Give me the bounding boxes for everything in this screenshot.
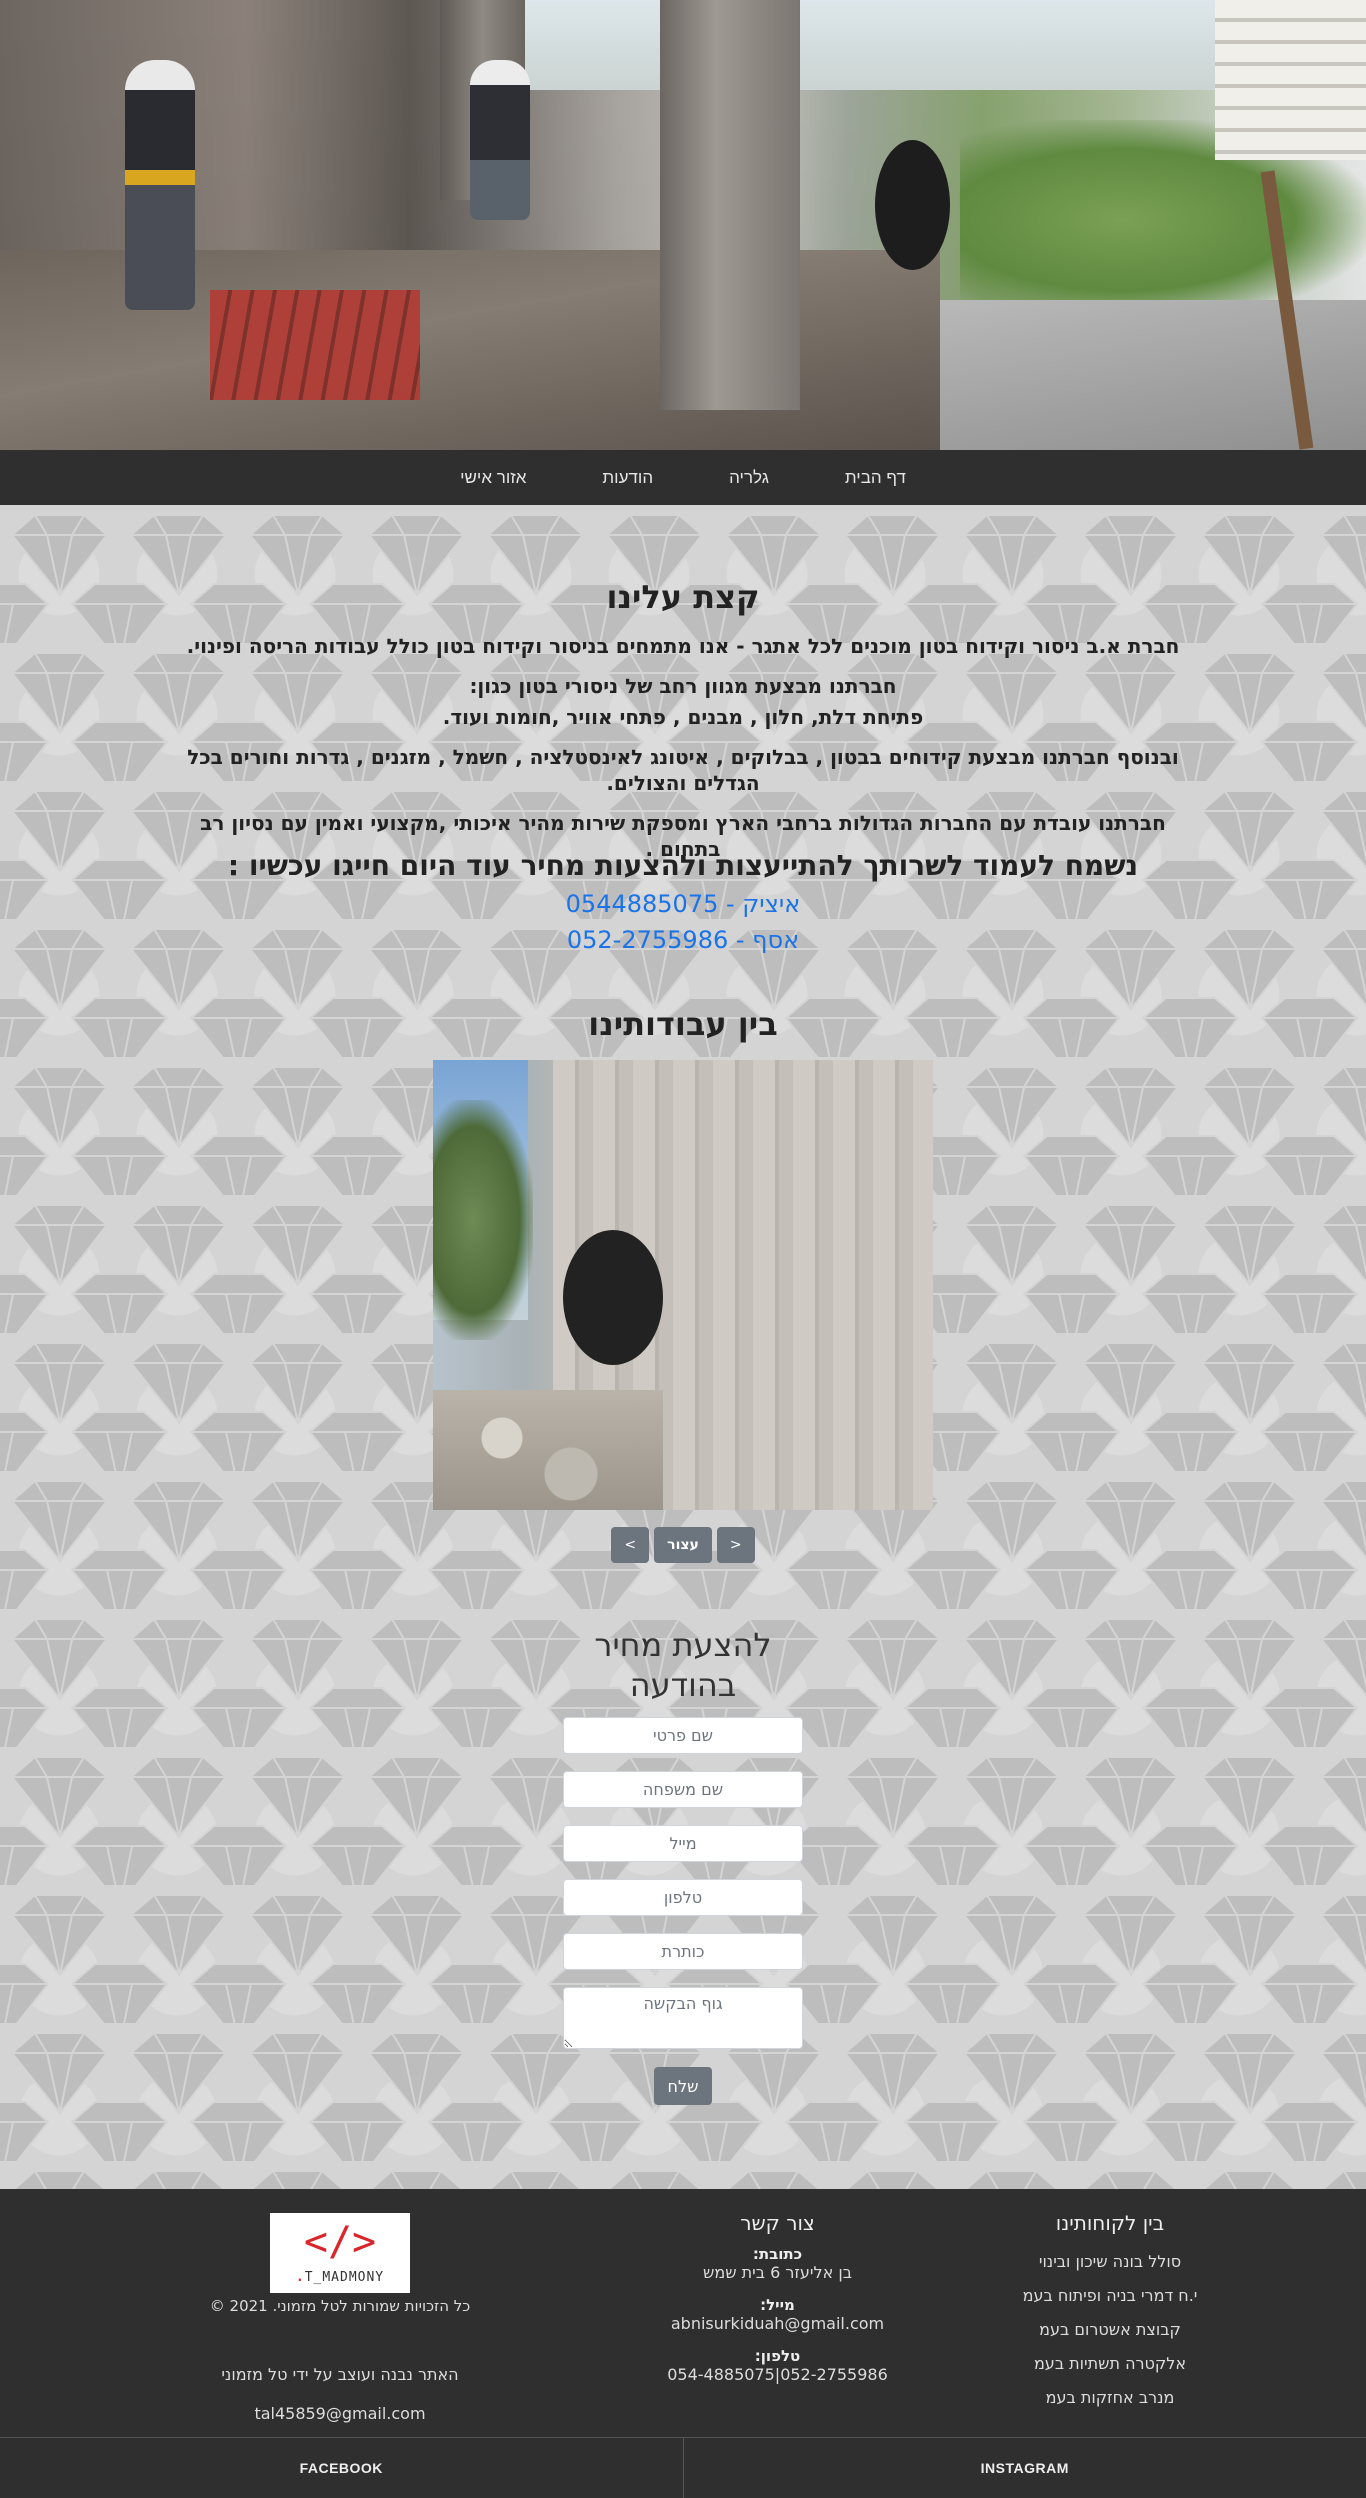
social-bar: INSTAGRAM FACEBOOK [0,2437,1366,2498]
main-nav: דף הבית גלריה הודעות אזור אישי [0,450,1366,505]
subject-input[interactable] [563,1933,803,1970]
code-brackets-icon: </> [303,2219,377,2265]
client-item: אלקטרה תשתיות בעמ [1033,2354,1187,2373]
gallery-pause-button[interactable]: עצור [654,1527,712,1563]
footer-clients: בין לקוחותינו סולל בונה שיכון ובינוי י.ח… [980,2189,1240,2415]
gallery-prev-button[interactable]: < [716,1527,755,1563]
phone-value[interactable]: 052-2755986|054-4885075 [640,2365,915,2384]
gallery-slide-image [433,1060,933,1510]
send-button[interactable]: שלח [654,2067,712,2105]
phone-input[interactable] [563,1879,803,1916]
about-line-drilling: ובנוסף חברתנו מבצעת קידוחים בבטון , בבלו… [187,745,1179,795]
phone-label: טלפון: [754,2347,801,2365]
quote-form-title-line2: בהודעה [629,1666,737,1704]
nav-item-gallery[interactable]: גלריה [691,450,807,505]
contact-invite: נשמח לעמוד לשרותך להתייעצות ולהצעות מחיר… [227,849,1139,882]
nav-item-home[interactable]: דף הבית [807,450,944,505]
logo-text: T_MADMONY [304,2270,385,2285]
client-item: מנרב אחזקות בעמ [1045,2388,1175,2407]
about-line-openings: פתיחת דלת, חלון , מבנים , פתחי אוויר ,חו… [442,705,924,729]
address-value: בן אליעזר 6 בית שמש [703,2263,852,2282]
clients-title: בין לקוחותינו [1055,2211,1165,2235]
about-line-services: חברתנו מבצעת מגוון רחב של ניסורי בטון כג… [469,674,897,698]
quote-form [563,1717,803,2066]
phone-link-asaf[interactable]: אסף - 052-2755986 [0,926,1366,954]
nav-item-personal-area[interactable]: אזור אישי [422,450,564,505]
address-label: כתובת: [752,2245,803,2263]
email-value[interactable]: abnisurkiduah@gmail.com [640,2314,915,2333]
gallery-next-button[interactable]: > [611,1527,650,1563]
logo-dot: . [295,2270,305,2285]
main-content: קצת עלינו חברת א.ב ניסור וקידוח בטון מוכ… [0,505,1366,2189]
nav-item-messages[interactable]: הודעות [564,450,691,505]
gallery-controls: < עצור > [0,1527,1366,1563]
instagram-link[interactable]: INSTAGRAM [682,2438,1366,2498]
email-label: מייל: [760,2296,795,2314]
last-name-input[interactable] [563,1771,803,1808]
quote-form-title-line1: להצעת מחיר [594,1626,772,1664]
footer-credits: </> T_MADMONY. כל הזכויות שמורות לטל מזמ… [180,2189,500,2423]
client-item: י.ח דמרי בניה ופיתוח בעמ [1022,2286,1198,2305]
client-item: סולל בונה שיכון ובינוי [1038,2252,1182,2271]
developer-logo: </> T_MADMONY. [270,2213,410,2293]
built-by-text: האתר נבנה ועוצב על ידי טל מזמוני [221,2365,459,2384]
phone-link-itzik[interactable]: איציק - 0544885075 [0,890,1366,918]
contact-title: צור קשר [740,2211,815,2235]
builder-email[interactable]: tal45859@gmail.com [180,2404,500,2423]
footer: בין לקוחותינו סולל בונה שיכון ובינוי י.ח… [0,2189,1366,2437]
footer-contact: צור קשר כתובת: בן אליעזר 6 בית שמש מייל:… [640,2189,915,2398]
about-line-intro: חברת א.ב ניסור וקידוח בטון מוכנים לכל את… [186,634,1180,658]
email-input[interactable] [563,1825,803,1862]
copyright-text: כל הזכויות שמורות לטל מזמוני. 2021 © [209,2297,471,2315]
facebook-link[interactable]: FACEBOOK [0,2438,683,2498]
clients-list: סולל בונה שיכון ובינוי י.ח דמרי בניה ופי… [980,2245,1240,2415]
first-name-input[interactable] [563,1717,803,1754]
gallery-title: בין עבודותינו [588,1005,778,1043]
quote-form-title: להצעת מחיר בהודעה [0,1625,1366,1705]
hero-image [0,0,1366,450]
about-text: חברת א.ב ניסור וקידוח בטון מוכנים לכל את… [170,633,1196,876]
client-item: קבוצת אשטרום בעמ [1039,2320,1181,2339]
request-body-textarea[interactable] [563,1987,803,2049]
about-title: קצת עלינו [606,578,760,616]
